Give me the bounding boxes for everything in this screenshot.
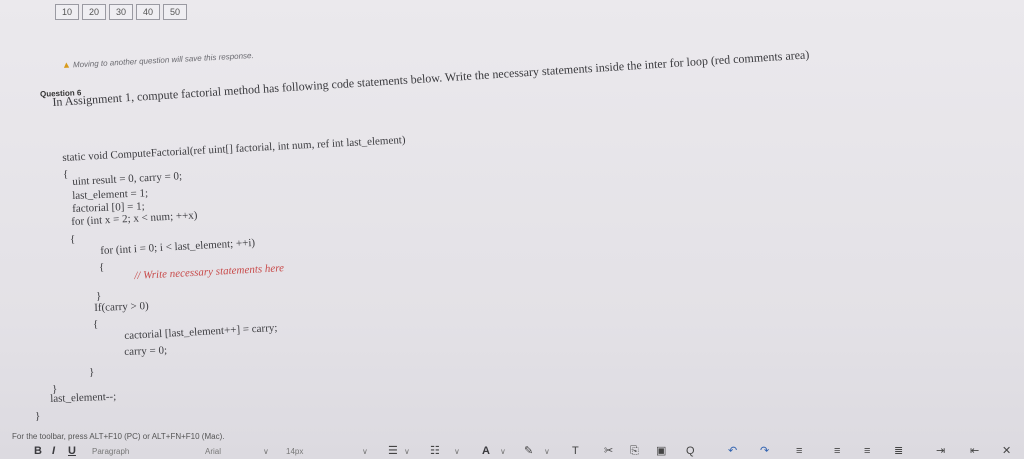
code-brace: { [99,261,105,273]
editor-toolbar: B I U Paragraph Arial ∨ 14px ∨ ☰ ∨ ☷ ∨ A… [0,444,1024,459]
code-brace: } [96,290,102,302]
code-comment: // Write necessary statements here [134,262,285,282]
page-20[interactable]: 20 [82,4,106,20]
code-brace: { [63,168,69,180]
close-icon[interactable]: ✕ [1002,444,1011,459]
code-line: If(carry > 0) [94,300,149,314]
redo-icon[interactable]: ↷ [760,444,769,459]
highlight-icon[interactable]: ✎ [524,444,533,459]
pagination: 10 20 30 40 50 [55,4,187,20]
code-line: cactorial [last_element++] = carry; [124,321,278,342]
chevron-down-icon[interactable]: ∨ [544,444,550,459]
copy-icon[interactable]: ⎘ [630,444,639,459]
code-brace: { [93,318,99,330]
page-30[interactable]: 30 [109,4,133,20]
text-color-icon[interactable]: A [482,444,490,459]
toolbar-hint: For the toolbar, press ALT+F10 (PC) or A… [12,432,225,441]
cut-icon[interactable]: ✂ [604,444,613,459]
paste-icon[interactable]: ▣ [656,444,666,459]
code-brace: } [35,410,41,422]
paragraph-select[interactable]: Paragraph [92,444,129,459]
code-line: for (int i = 0; i < last_element; ++i) [100,236,256,257]
indent-icon[interactable]: ⇥ [936,444,945,459]
italic-icon[interactable]: I [52,444,55,459]
chevron-down-icon[interactable]: ∨ [454,444,460,459]
code-line: carry = 0; [124,344,168,358]
save-notice: ▲ Moving to another question will save th… [62,50,254,70]
warning-icon: ▲ [61,59,72,70]
find-icon[interactable]: Q [686,444,695,459]
bullet-list-icon[interactable]: ☰ [388,444,398,459]
underline-icon[interactable]: U [68,444,76,459]
align-left-icon[interactable]: ≡ [796,444,802,459]
code-brace: } [89,366,95,378]
justify-icon[interactable]: ≣ [894,444,903,459]
bold-icon[interactable]: B [34,444,42,459]
code-line: uint result = 0, carry = 0; [72,170,183,188]
font-size-select[interactable]: 14px [286,444,303,459]
align-right-icon[interactable]: ≡ [864,444,870,459]
chevron-down-icon[interactable]: ∨ [404,444,410,459]
outdent-icon[interactable]: ⇤ [970,444,979,459]
question-prompt: In Assignment 1, compute factorial metho… [52,47,810,109]
code-brace: { [70,233,76,245]
font-family-select[interactable]: Arial [205,444,221,459]
page-40[interactable]: 40 [136,4,160,20]
code-line: last_element--; [50,390,117,405]
numbered-list-icon[interactable]: ☷ [430,444,440,459]
chevron-down-icon[interactable]: ∨ [263,444,269,459]
screen: 10 20 30 40 50 ▲ Moving to another questi… [0,0,1024,459]
page-50[interactable]: 50 [163,4,187,20]
chevron-down-icon[interactable]: ∨ [362,444,368,459]
code-signature: static void ComputeFactorial(ref uint[] … [62,134,406,164]
clear-format-icon[interactable]: T [572,444,579,459]
page-10[interactable]: 10 [55,4,79,20]
chevron-down-icon[interactable]: ∨ [500,444,506,459]
undo-icon[interactable]: ↶ [728,444,737,459]
save-notice-text: Moving to another question will save thi… [72,50,254,70]
align-center-icon[interactable]: ≡ [834,444,840,459]
